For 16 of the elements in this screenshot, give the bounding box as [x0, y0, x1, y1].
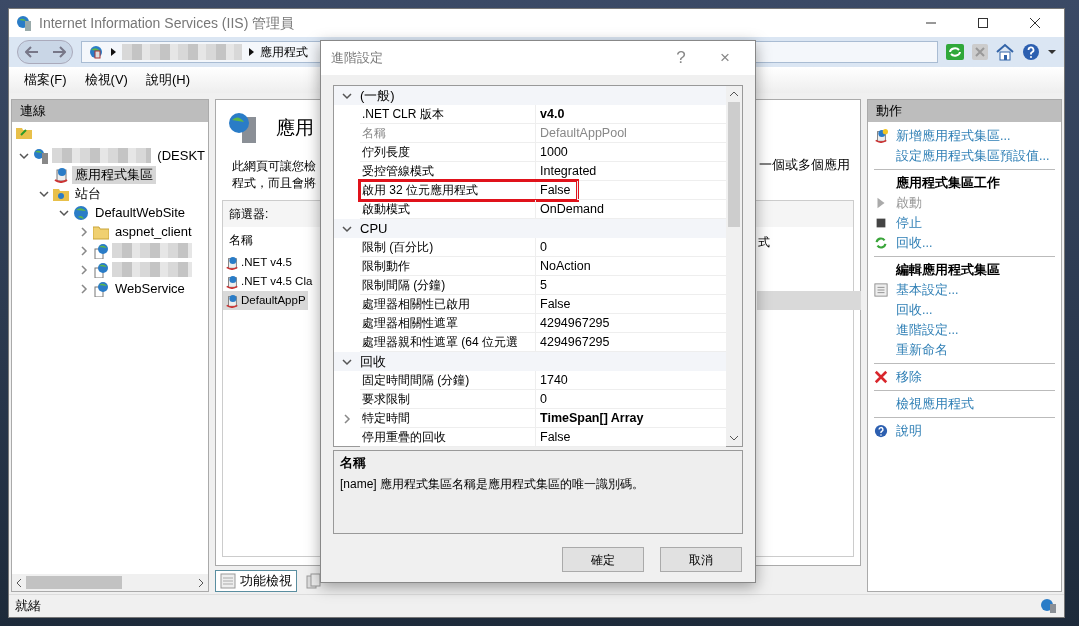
- panel-title: 動作: [876, 102, 902, 121]
- page-title: 應用: [276, 115, 314, 140]
- dialog-title: 進階設定: [331, 49, 384, 68]
- panel-title: 連線: [20, 102, 46, 121]
- category-label: CPU: [360, 219, 388, 238]
- category-label: (一般): [360, 86, 395, 105]
- window-title: Internet Information Services (IIS) 管理員: [39, 13, 296, 33]
- description-title: 名稱: [340, 455, 367, 472]
- section-heading: 應用程式集區工作: [896, 174, 1000, 192]
- status-text: 就緒: [15, 597, 42, 616]
- section-heading: 編輯應用程式集區: [896, 261, 1000, 279]
- category-label: 回收: [360, 352, 386, 371]
- filter-label: 篩選器:: [229, 206, 269, 223]
- description-text: 一個或多個應用: [759, 157, 850, 174]
- description-text: [name] 應用程式集區名稱是應用程式集區的唯一識別碼。: [340, 475, 646, 493]
- description-text: 此網頁可讓您檢 程式，而且會將: [232, 158, 316, 192]
